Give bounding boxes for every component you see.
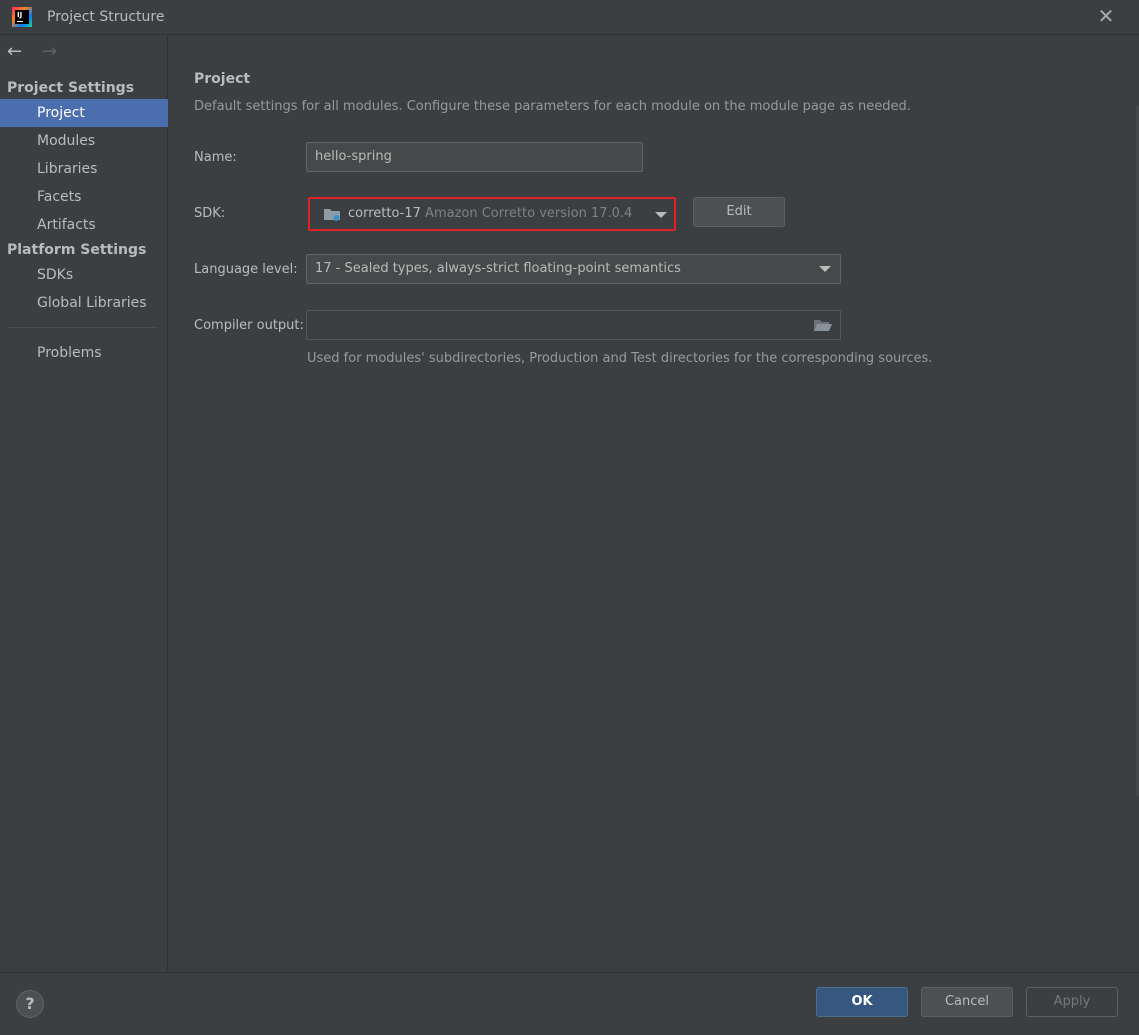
folder-open-icon[interactable] (814, 319, 832, 332)
window-title: Project Structure (47, 9, 165, 25)
help-button[interactable]: ? (16, 990, 44, 1018)
close-icon[interactable]: ✕ (1097, 5, 1115, 27)
edit-sdk-button[interactable]: Edit (693, 197, 785, 227)
intellij-idea-icon: IJ (12, 7, 32, 27)
compiler-output-label: Compiler output: (194, 318, 304, 333)
sidebar: ← → Project Settings Project Modules Lib… (0, 36, 168, 971)
sidebar-item-sdks[interactable]: SDKs (0, 261, 168, 289)
name-label: Name: (194, 150, 237, 165)
apply-button[interactable]: Apply (1026, 987, 1118, 1017)
platform-settings-header: Platform Settings (7, 242, 147, 258)
page-description: Default settings for all modules. Config… (194, 99, 911, 114)
sdk-select[interactable]: corretto-17 Amazon Corretto version 17.0… (308, 197, 676, 231)
compiler-output-hint: Used for modules' subdirectories, Produc… (307, 351, 933, 366)
sidebar-item-problems[interactable]: Problems (0, 339, 168, 367)
sidebar-item-libraries[interactable]: Libraries (0, 155, 168, 183)
page-title: Project (194, 71, 251, 87)
project-settings-header: Project Settings (7, 80, 135, 96)
language-level-label: Language level: (194, 262, 298, 277)
sidebar-item-global-libraries[interactable]: Global Libraries (0, 289, 168, 317)
sidebar-item-modules[interactable]: Modules (0, 127, 168, 155)
sidebar-item-facets[interactable]: Facets (0, 183, 168, 211)
cancel-button[interactable]: Cancel (921, 987, 1013, 1017)
chevron-down-icon (819, 266, 831, 272)
sdk-version: Amazon Corretto version 17.0.4 (425, 206, 633, 221)
sidebar-item-artifacts[interactable]: Artifacts (0, 211, 168, 239)
language-level-value: 17 - Sealed types, always-strict floatin… (315, 261, 681, 276)
compiler-output-input[interactable] (306, 310, 841, 340)
dialog-footer: ? OK Cancel Apply (0, 972, 1139, 1035)
sdk-label: SDK: (194, 206, 226, 221)
sdk-name: corretto-17 (348, 206, 421, 221)
name-value: hello-spring (315, 149, 392, 164)
sdk-value: corretto-17 Amazon Corretto version 17.0… (348, 206, 632, 221)
arrow-left-icon[interactable]: ← (7, 42, 25, 64)
ok-button[interactable]: OK (816, 987, 908, 1017)
main-panel: Project Default settings for all modules… (169, 36, 1139, 971)
folder-jdk-icon (324, 209, 340, 221)
name-input[interactable]: hello-spring (306, 142, 643, 172)
language-level-select[interactable]: 17 - Sealed types, always-strict floatin… (306, 254, 841, 284)
chevron-down-icon (655, 212, 667, 218)
sidebar-item-project[interactable]: Project (0, 99, 168, 127)
sidebar-divider (8, 327, 158, 328)
arrow-right-icon[interactable]: → (42, 42, 60, 64)
title-bar: IJ Project Structure ✕ (0, 0, 1139, 35)
